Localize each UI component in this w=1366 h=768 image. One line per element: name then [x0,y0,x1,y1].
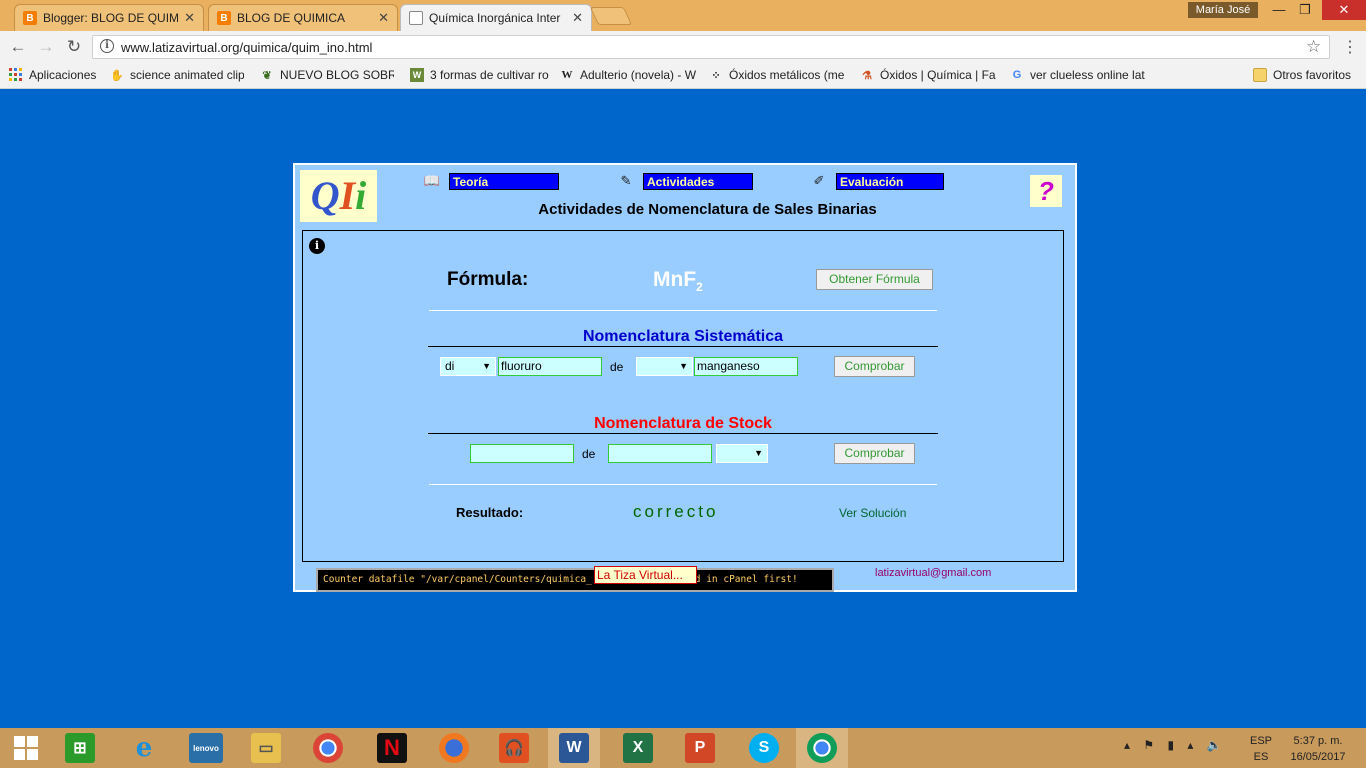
check-sistematica-button[interactable]: Comprobar [834,356,915,377]
dropdown-arrow-icon: ▼ [679,361,688,371]
page-icon [409,11,423,25]
de-label: de [610,360,624,374]
bookmark-wikipedia[interactable]: W Adulterio (novela) - W [560,66,697,84]
close-tab-icon[interactable]: ✕ [572,10,583,26]
chrome-active-icon[interactable] [796,728,848,768]
bookmark-clueless[interactable]: G ver clueless online lat [1010,66,1148,84]
powerpoint-icon[interactable]: P [674,728,726,768]
close-window-icon[interactable]: ✕ [1322,0,1366,20]
book-icon: 📖 [423,173,441,188]
file-explorer-icon[interactable]: ▭ [240,728,292,768]
de-label: de [582,447,596,461]
flask-icon: ⚗ [862,69,872,82]
blogger-icon: B [217,11,231,25]
help-icon[interactable]: ? [1030,175,1062,207]
divider [429,310,937,311]
molecule-icon: ⁘ [711,69,721,82]
windows-start-icon[interactable] [0,728,52,768]
checklist-icon: ✐ [813,173,825,188]
check-stock-button[interactable]: Comprobar [834,443,915,464]
prefix-select-2[interactable]: ▼ [636,357,693,376]
apps-grid-icon [9,68,23,82]
close-tab-icon[interactable]: ✕ [378,10,389,26]
stock-anion-input[interactable] [470,444,574,463]
divider [428,433,938,434]
music-icon[interactable]: 🎧 [488,728,540,768]
formula-label: Fórmula: [447,269,529,290]
excel-icon[interactable]: X [612,728,664,768]
bookmark-oxidos-metalicos[interactable]: ⁘ Óxidos metálicos (me [709,66,845,84]
divider [428,346,938,347]
wikipedia-icon: W [561,69,573,81]
google-icon: G [1012,69,1022,81]
bookmark-apps[interactable]: Aplicaciones [9,66,101,84]
nav-evaluacion[interactable]: ✐ Evaluación [810,172,944,190]
hands-icon: ✋ [110,69,124,82]
bookmark-other[interactable]: Otros favoritos [1253,66,1357,84]
back-icon[interactable]: ← [8,37,28,57]
tab-blogger[interactable]: B Blogger: BLOG DE QUIMI ✕ [14,4,204,31]
dropdown-arrow-icon: ▼ [754,448,763,458]
nav-teoria[interactable]: 📖 Teoría [423,172,559,190]
forward-icon[interactable]: → [36,37,56,57]
qi-logo[interactable]: QIi [300,170,377,222]
bookmark-oxidos-quimica[interactable]: ⚗ Óxidos | Química | Fa [860,66,996,84]
bookmark-star-icon[interactable]: ☆ [1306,37,1321,57]
divider [429,484,937,485]
result-label: Resultado: [456,505,524,520]
reload-icon[interactable]: ↻ [64,37,84,57]
stock-cation-input[interactable] [608,444,712,463]
tab-strip [0,0,1366,31]
site-info-icon[interactable]: i [100,39,114,53]
page-title: Actividades de Nomenclatura de Sales Bin… [538,201,877,218]
bookmark-wikihow[interactable]: W 3 formas de cultivar ro [410,66,550,84]
internet-explorer-icon[interactable]: e [118,728,170,768]
sistematica-anion-input[interactable]: fluoruro [498,357,602,376]
blogger-icon: B [23,11,37,25]
folder-icon [1253,68,1267,82]
result-value: correcto [633,502,719,521]
dropdown-arrow-icon: ▼ [482,361,491,371]
nav-actividades[interactable]: ✎ Actividades [617,172,753,190]
valence-select[interactable]: ▼ [716,444,768,463]
sistematica-cation-input[interactable]: manganeso [694,357,798,376]
bookmark-science[interactable]: ✋ science animated clip [110,66,244,84]
tab-quimica-inorganica[interactable]: Química Inorgánica Inter ✕ [400,4,592,31]
get-formula-button[interactable]: Obtener Fórmula [816,269,933,290]
wikihow-icon: W [410,68,424,82]
leaf-icon: ❦ [262,69,272,82]
url-text[interactable]: www.latizavirtual.org/quimica/quim_ino.h… [121,40,372,55]
info-icon[interactable]: i [309,238,325,254]
language-indicator[interactable]: ESP ES [1250,733,1272,765]
store-icon[interactable]: ⊞ [54,728,106,768]
prefix-select-1[interactable]: di ▼ [440,357,496,376]
word-icon[interactable]: W [548,728,600,768]
lenovo-icon[interactable]: lenovo [180,728,232,768]
bookmark-nuevo-blog[interactable]: ❦ NUEVO BLOG SOBRE [260,66,394,84]
system-tray[interactable]: ▴ ⚑ ▮ ▴ 🔈 [1124,738,1227,752]
chrome-menu-icon[interactable]: ⋮ [1342,37,1358,57]
tab-blog-de-quimica[interactable]: B BLOG DE QUIMICA ✕ [208,4,398,31]
skype-icon[interactable]: S [738,728,790,768]
netflix-icon[interactable]: N [366,728,418,768]
pencil-icon: ✎ [620,173,632,188]
formula-value: MnF2 [653,268,703,295]
email-link[interactable]: latizavirtual@gmail.com [875,567,991,579]
clock[interactable]: 5:37 p. m. 16/05/2017 [1286,733,1350,765]
sistematica-heading: Nomenclatura Sistemática [582,328,784,345]
view-solution-link[interactable]: Ver Solución [839,506,906,520]
stock-heading: Nomenclatura de Stock [594,415,772,432]
counter-error: Counter datafile "/var/cpanel/Counters/q… [316,568,834,592]
chrome-icon[interactable] [302,728,354,768]
maximize-icon[interactable]: ❐ [1288,0,1322,20]
close-tab-icon[interactable]: ✕ [184,10,195,26]
tooltip: La Tiza Virtual... [594,566,697,584]
firefox-icon[interactable] [428,728,480,768]
profile-name[interactable]: María José [1188,2,1258,18]
